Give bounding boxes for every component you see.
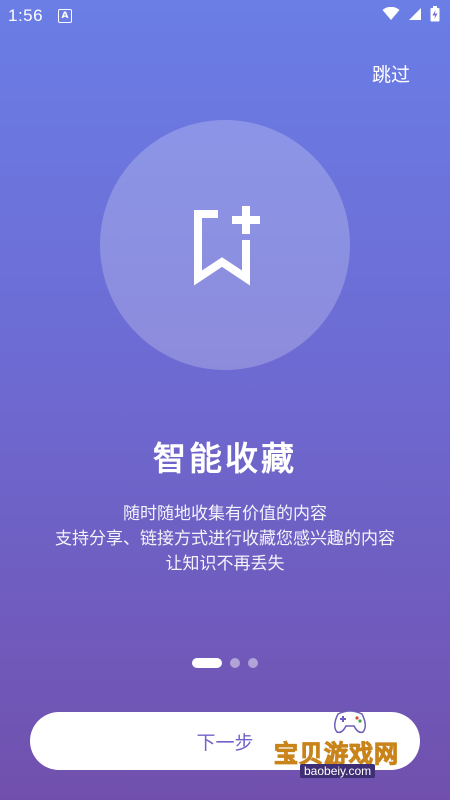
onboarding-description: 随时随地收集有价值的内容 支持分享、链接方式进行收藏您感兴趣的内容 让知识不再丢…: [20, 502, 430, 577]
gamepad-icon: [334, 710, 366, 734]
page-title: 智能收藏: [153, 439, 297, 478]
battery-icon: [430, 6, 440, 22]
watermark-logo: 宝贝游戏网 baobeiy.com: [274, 706, 424, 786]
page-indicator: [0, 658, 450, 668]
page-dot: [230, 658, 240, 668]
page-dot: [248, 658, 258, 668]
status-time: 1:56: [8, 6, 44, 25]
notification-a-icon: A: [58, 9, 72, 23]
status-bar: 1:56 A: [0, 0, 450, 32]
description-line: 随时随地收集有价值的内容: [123, 504, 327, 524]
next-button-label: 下一步: [196, 731, 254, 754]
page-dot-active: [192, 658, 222, 668]
description-line: 支持分享、链接方式进行收藏您感兴趣的内容: [55, 529, 395, 549]
skip-button[interactable]: 跳过: [372, 60, 410, 87]
description-line: 让知识不再丢失: [165, 554, 285, 574]
watermark-url: baobeiy.com: [300, 764, 376, 778]
signal-icon: [409, 8, 421, 20]
wifi-icon: [382, 7, 400, 20]
status-icons: [382, 6, 440, 22]
bookmark-add-icon: [194, 206, 260, 286]
